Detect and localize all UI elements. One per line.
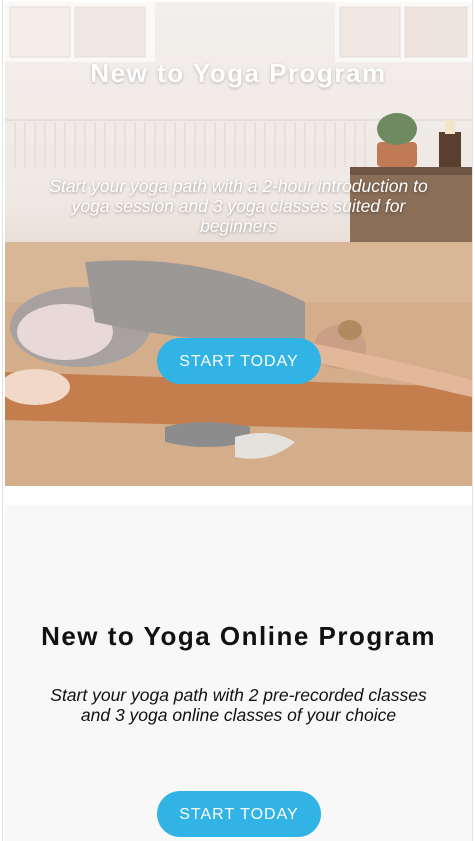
online-program-subtitle: Start your yoga path with 2 pre-recorded… [50,685,427,725]
page: New to Yoga Program Start your yoga path… [2,0,473,841]
online-start-today-button[interactable]: START TODAY [157,791,321,837]
hero-banner: New to Yoga Program Start your yoga path… [5,2,472,486]
hero-title: New to Yoga Program [90,58,387,88]
online-program-title: New to Yoga Online Program [41,621,436,651]
hero-start-today-button[interactable]: START TODAY [157,338,321,384]
hero-subtitle: Start your yoga path with a 2-hour intro… [49,176,428,236]
online-program-section: New to Yoga Online Program Start your yo… [5,505,472,841]
